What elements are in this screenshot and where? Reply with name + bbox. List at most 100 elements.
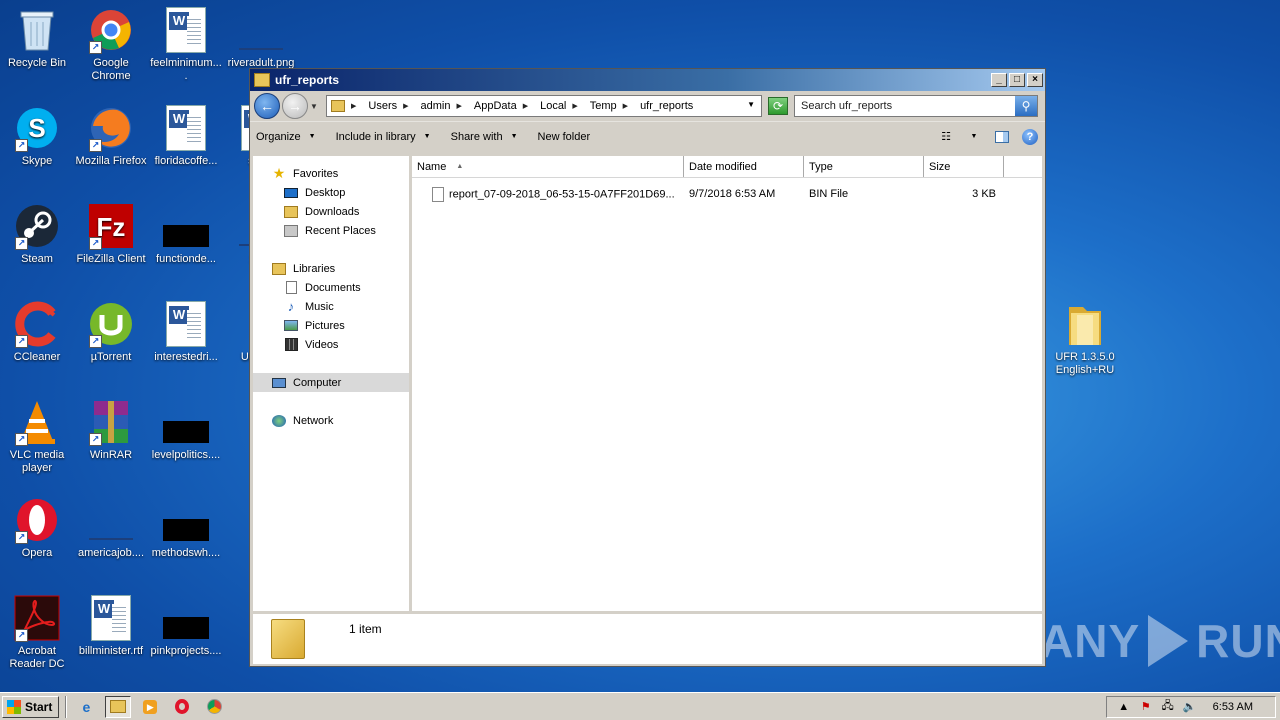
desktop-icon-skype[interactable]: S ↗ Skype — [0, 104, 74, 168]
desktop-icon-recycle-bin[interactable]: Recycle Bin — [0, 6, 74, 70]
column-header-name[interactable]: Name ▲ — [412, 156, 684, 177]
file-icon — [162, 398, 210, 446]
help-icon[interactable]: ? — [1021, 128, 1039, 145]
desktop-icon-label: Opera — [21, 547, 53, 559]
star-icon: ★ — [272, 165, 286, 181]
internet-explorer-icon[interactable]: e — [73, 696, 99, 718]
breadcrumb-item[interactable]: AppData ▶ — [474, 100, 534, 112]
maximize-button[interactable]: □ — [1009, 73, 1025, 87]
preview-pane-icon[interactable] — [993, 129, 1011, 145]
desktop-icon-label: pinkprojects.... — [150, 645, 222, 657]
column-header-size[interactable]: Size — [924, 156, 1004, 177]
desktop-icon-label: interestedri... — [154, 351, 218, 363]
desktop-icon-americajob[interactable]: americajob.... — [74, 496, 148, 560]
table-row[interactable]: report_07-09-2018_06-53-15-0A7FF201D69..… — [412, 184, 1042, 204]
nav-item-desktop[interactable]: Desktop — [253, 183, 409, 202]
column-header-date-modified[interactable]: Date modified — [684, 156, 804, 177]
chevron-down-icon[interactable]: ▼ — [747, 100, 755, 109]
forward-button[interactable]: → — [282, 93, 308, 119]
share-with-button[interactable]: Share with ▼ — [451, 131, 518, 143]
desktop-icon-label: WinRAR — [89, 449, 133, 461]
nav-item-music[interactable]: ♪ Music — [253, 297, 409, 316]
desktop-icon-riveradult[interactable]: riveradult.png — [224, 6, 298, 70]
minimize-button[interactable]: _ — [991, 73, 1007, 87]
desktop-icon-label: Acrobat Reader DC — [9, 645, 65, 670]
chrome-icon[interactable] — [201, 696, 227, 718]
chevron-down-icon: ▼ — [423, 133, 431, 140]
desktop-icon-floridacoffe[interactable]: W floridacoffe... — [149, 104, 223, 168]
window-titlebar[interactable]: ufr_reports _ □ × — [250, 69, 1045, 91]
file-icon — [87, 496, 135, 544]
breadcrumb-item[interactable]: admin ▶ — [421, 100, 468, 112]
search-icon[interactable]: ⚲ — [1015, 96, 1037, 116]
network-tray-icon[interactable]: 🖧 — [1159, 697, 1177, 716]
nav-item-recent-places[interactable]: Recent Places — [253, 221, 409, 240]
nav-item-favorites[interactable]: ★ Favorites — [253, 164, 409, 183]
nav-item-documents[interactable]: Documents — [253, 278, 409, 297]
volume-icon[interactable]: 🔈 — [1181, 700, 1199, 713]
file-list[interactable]: Name ▲ Date modified Type Size report_07… — [412, 156, 1042, 611]
file-explorer-icon[interactable] — [105, 695, 132, 718]
file-name-cell[interactable]: report_07-09-2018_06-53-15-0A7FF201D69..… — [412, 186, 684, 202]
desktop-icon-opera[interactable]: ↗ Opera — [0, 496, 74, 560]
breadcrumb-root-arrow[interactable]: ▶ — [351, 102, 362, 110]
utorrent-icon: ↗ — [87, 300, 135, 348]
action-center-icon[interactable]: ⚑ — [1137, 700, 1155, 713]
desktop-icon-acrobat[interactable]: ↗ Acrobat Reader DC — [0, 594, 74, 671]
search-input[interactable]: Search ufr_reports — [801, 100, 892, 112]
desktop-icon-ccleaner[interactable]: ↗ CCleaner — [0, 300, 74, 364]
nav-item-computer[interactable]: Computer — [253, 373, 409, 392]
breadcrumb-item[interactable]: Local ▶ — [540, 100, 584, 112]
start-button[interactable]: Start — [2, 695, 60, 718]
window-title: ufr_reports — [275, 73, 340, 87]
desktop-icon-utorrent[interactable]: ↗ µTorrent — [74, 300, 148, 364]
new-folder-button[interactable]: New folder — [538, 131, 591, 143]
details-pane: 1 item — [253, 614, 1042, 664]
desktop-icon-levelpolitics[interactable]: levelpolitics.... — [149, 398, 223, 462]
recent-pages-dropdown-icon[interactable]: ▼ — [310, 102, 320, 111]
opera-icon[interactable] — [169, 696, 195, 718]
file-date-cell: 9/7/2018 6:53 AM — [689, 188, 776, 200]
organize-button[interactable]: Organize ▼ — [256, 131, 316, 143]
include-in-library-button[interactable]: Include in library ▼ — [336, 131, 431, 143]
close-button[interactable]: × — [1027, 73, 1043, 87]
nav-item-libraries[interactable]: Libraries — [253, 259, 409, 278]
desktop-icon-chrome[interactable]: ↗ Google Chrome — [74, 6, 148, 83]
column-header-type[interactable]: Type — [804, 156, 924, 177]
search-box[interactable]: Search ufr_reports ⚲ — [794, 95, 1038, 117]
watermark-right-text: RUN — [1196, 615, 1280, 667]
clock[interactable]: 6:53 AM — [1213, 701, 1253, 713]
media-player-icon[interactable]: ▶ — [137, 696, 163, 718]
desktop-icon-winrar[interactable]: ↗ WinRAR — [74, 398, 148, 462]
desktop-icon-ufr-folder[interactable]: UFR 1.3.5.0 English+RU — [1048, 300, 1122, 377]
desktop-icon-firefox[interactable]: ↗ Mozilla Firefox — [74, 104, 148, 168]
file-icon — [162, 202, 210, 250]
view-options-icon[interactable]: ☷ — [937, 129, 955, 145]
desktop-icon-steam[interactable]: ↗ Steam — [0, 202, 74, 266]
desktop-icon-vlc[interactable]: ↗ VLC media player — [0, 398, 74, 475]
breadcrumb-item[interactable]: ufr_reports — [640, 100, 693, 112]
desktop-icon-filezilla[interactable]: Fz ↗ FileZilla Client — [74, 202, 148, 266]
desktop-icon-label: Recycle Bin — [7, 57, 67, 69]
folder-icon — [1061, 300, 1109, 348]
music-icon: ♪ — [287, 299, 295, 314]
desktop-icon-billminister[interactable]: W billminister.rtf — [74, 594, 148, 658]
nav-item-pictures[interactable]: Pictures — [253, 316, 409, 335]
explorer-window[interactable]: ufr_reports _ □ × ← → ▼ ▶ Users ▶ admin ▶ … — [249, 68, 1046, 667]
nav-item-downloads[interactable]: Downloads — [253, 202, 409, 221]
desktop-icon-pinkprojects[interactable]: pinkprojects.... — [149, 594, 223, 658]
chevron-down-icon[interactable]: ▼ — [965, 129, 983, 145]
desktop-icon-methodswh[interactable]: methodswh.... — [149, 496, 223, 560]
show-hidden-icons-icon[interactable]: ▲ — [1115, 701, 1133, 713]
desktop-icon-feelminimum[interactable]: W feelminimum.... — [149, 6, 223, 83]
nav-item-videos[interactable]: Videos — [253, 335, 409, 354]
refresh-button[interactable]: ⟳ — [768, 97, 788, 115]
nav-item-network[interactable]: Network — [253, 411, 409, 430]
desktop-icon-interestedri[interactable]: W interestedri... — [149, 300, 223, 364]
desktop-icon-functionde[interactable]: functionde... — [149, 202, 223, 266]
back-button[interactable]: ← — [254, 93, 280, 119]
address-bar[interactable]: ▶ Users ▶ admin ▶ AppData ▶ Local ▶ Temp ▶ uf… — [326, 95, 762, 117]
anyrun-watermark: ANY RUN — [1040, 608, 1280, 674]
breadcrumb-item[interactable]: Temp ▶ — [590, 100, 634, 112]
breadcrumb-item[interactable]: Users ▶ — [368, 100, 414, 112]
